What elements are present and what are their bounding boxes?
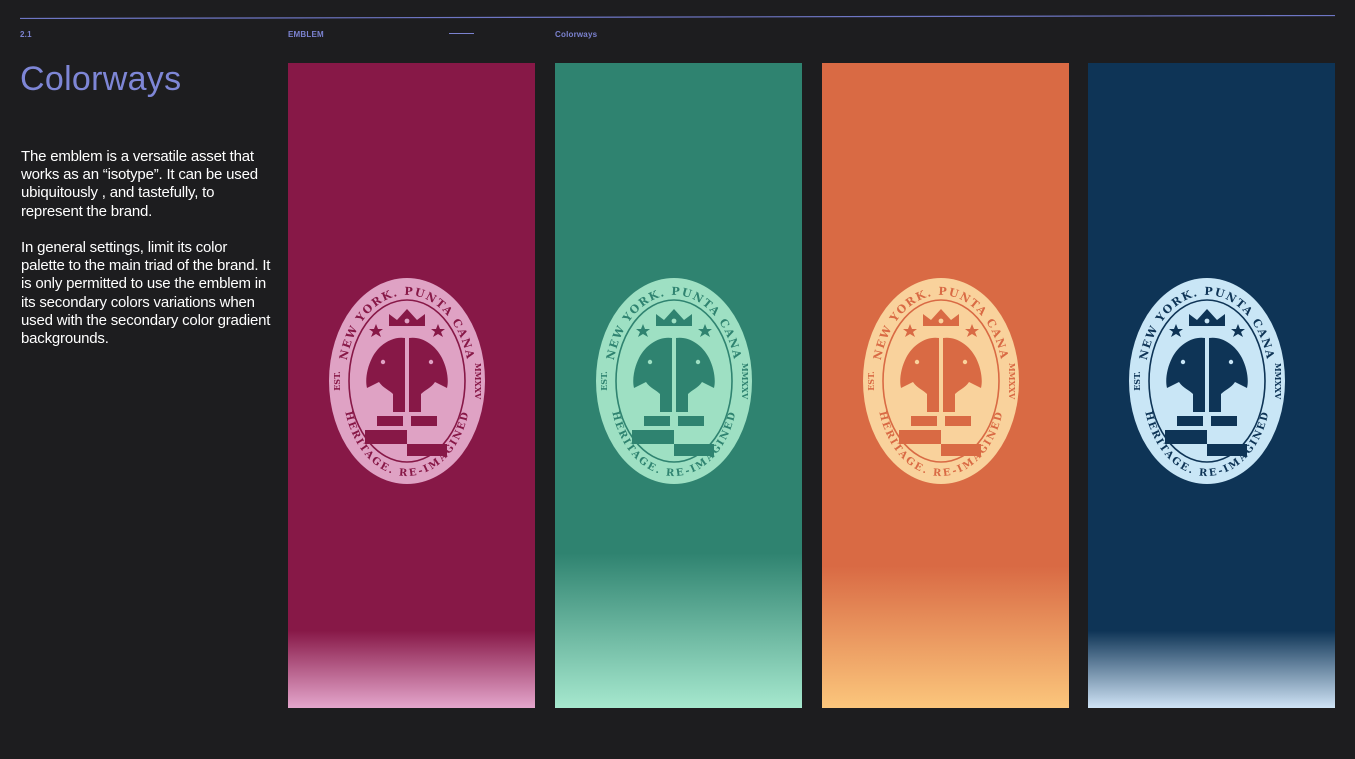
emblem-left-text: EST. — [332, 371, 342, 391]
section-name: EMBLEM — [288, 30, 324, 39]
description-paragraph-2: In general settings, limit its color pal… — [21, 239, 271, 348]
header-dash — [449, 33, 474, 34]
emblem-icon: NEW YORK. PUNTA CANA HERITAGE. RE-IMAGIN… — [594, 276, 754, 486]
emblem-right-text: MMXXV — [1273, 363, 1283, 400]
emblem-left-text: EST. — [1132, 371, 1142, 391]
emblem-left-text: EST. — [599, 371, 609, 391]
emblem-right-text: MMXXV — [740, 363, 750, 400]
top-rule — [20, 15, 1335, 19]
emblem-right-text: MMXXV — [473, 363, 483, 400]
emblem-right-text: MMXXV — [1007, 363, 1017, 400]
colorway-panel-teal: NEW YORK. PUNTA CANA HERITAGE. RE-IMAGIN… — [555, 63, 802, 708]
description-paragraph-1: The emblem is a versatile asset that wor… — [21, 148, 258, 220]
colorway-panel-orange: NEW YORK. PUNTA CANA HERITAGE. RE-IMAGIN… — [822, 63, 1069, 708]
page-title: Colorways — [20, 60, 182, 98]
section-number: 2.1 — [20, 30, 32, 39]
colorway-panel-navy: NEW YORK. PUNTA CANA HERITAGE. RE-IMAGIN… — [1088, 63, 1335, 708]
colorway-panel-magenta: NEW YORK. PUNTA CANA HERITAGE. RE-IMAGIN… — [288, 63, 535, 708]
page-name: Colorways — [555, 30, 598, 39]
emblem-icon: NEW YORK. PUNTA CANA HERITAGE. RE-IMAGIN… — [861, 276, 1021, 486]
emblem-left-text: EST. — [866, 371, 876, 391]
emblem-icon: NEW YORK. PUNTA CANA HERITAGE. RE-IMAGIN… — [1127, 276, 1287, 486]
emblem-icon: NEW YORK. PUNTA CANA HERITAGE. RE-IMAGIN… — [327, 276, 487, 486]
